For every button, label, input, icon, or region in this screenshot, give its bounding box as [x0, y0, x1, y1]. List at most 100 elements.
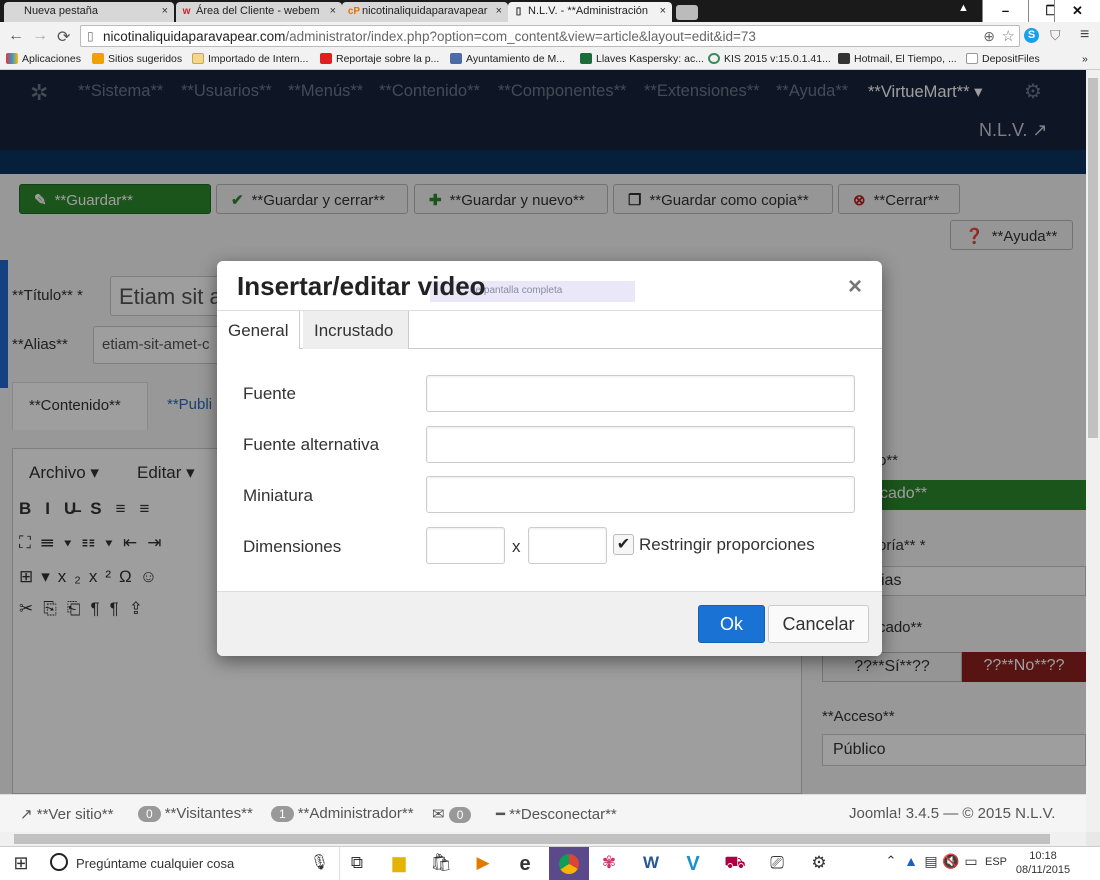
bookmark-item[interactable]: Sitios sugeridos: [92, 53, 182, 65]
close-tab-icon[interactable]: ×: [162, 5, 168, 17]
height-input[interactable]: [528, 527, 607, 564]
bookmark-item[interactable]: Reportaje sobre la p...: [320, 53, 439, 65]
menu-icon[interactable]: ≡: [1080, 26, 1089, 44]
bookmark-label: Hotmail, El Tiempo, ...: [854, 53, 957, 65]
bookmark-item[interactable]: Llaves Kaspersky: ac...: [580, 53, 704, 65]
browser-tab[interactable]: cP nicotinaliquidaparavapear ×: [342, 2, 508, 22]
kaspersky-icon: [580, 53, 592, 64]
visitors-badge: 0: [138, 806, 161, 822]
close-tab-icon[interactable]: ×: [496, 5, 502, 17]
back-icon[interactable]: ←: [8, 27, 24, 45]
settings-icon[interactable]: ⚙: [804, 853, 834, 873]
dialog-footer: Ok Cancelar: [217, 591, 882, 656]
store-icon[interactable]: 🛍: [426, 853, 456, 873]
ok-button[interactable]: Ok: [698, 605, 765, 643]
reload-icon[interactable]: ⟳: [57, 27, 70, 47]
forward-icon[interactable]: →: [32, 27, 48, 45]
admin-indicator[interactable]: 1 **Administrador**: [271, 805, 414, 822]
version-text: Joomla! 3.4.5 — © 2015 N.L.V.: [849, 805, 1056, 822]
skype-icon[interactable]: S: [1024, 28, 1039, 43]
close-tab-icon[interactable]: ×: [660, 5, 666, 17]
address-bar[interactable]: ▯ nicotinaliquidaparavapear.com/administ…: [80, 25, 1020, 47]
youtube-icon: [320, 53, 332, 64]
windows-start-icon[interactable]: ⊞: [6, 853, 36, 874]
close-icon[interactable]: ×: [848, 273, 862, 301]
network-app-icon[interactable]: ⎚: [762, 853, 792, 873]
messages-indicator[interactable]: ✉ 0: [432, 805, 475, 823]
language-indicator[interactable]: ESP: [985, 856, 1007, 868]
edge-icon[interactable]: e: [510, 853, 540, 876]
bookmark-label: Importado de Intern...: [208, 53, 309, 65]
tab-general[interactable]: General: [217, 311, 301, 349]
close-window-button[interactable]: ✕: [1054, 0, 1100, 22]
notifications-icon[interactable]: ▭: [956, 853, 986, 870]
task-view-icon[interactable]: ⧉: [342, 853, 372, 873]
scrollbar-thumb[interactable]: [14, 834, 1050, 844]
browser-tab-active[interactable]: ▯ N.L.V. - **Administración ×: [508, 2, 672, 22]
windows-taskbar: ⊞ Pregúntame cualquier cosa 🎙 ⧉ ▆ 🛍 ▶ e …: [0, 846, 1100, 880]
dimensions-label: Dimensiones: [243, 537, 342, 556]
url-host: nicotinaliquidaparavapear.com: [103, 29, 286, 44]
width-input[interactable]: [426, 527, 505, 564]
tab-label: nicotinaliquidaparavapear: [362, 5, 488, 17]
vertical-scrollbar[interactable]: [1086, 70, 1100, 832]
word-icon[interactable]: W: [636, 853, 666, 873]
tab-embedded[interactable]: Incrustado: [303, 311, 409, 349]
scrollbar-thumb[interactable]: [1088, 78, 1098, 438]
tab-label: Área del Cliente - webem: [196, 5, 320, 17]
source-input[interactable]: [426, 375, 855, 412]
cortana-search[interactable]: Pregúntame cualquier cosa 🎙: [44, 847, 340, 880]
vapp-icon[interactable]: V: [678, 853, 708, 876]
zoom-icon[interactable]: ⊕: [983, 28, 995, 45]
app-icon[interactable]: ⛟: [720, 853, 750, 875]
bookmark-label: KIS 2015 v:15.0.1.41...: [724, 53, 831, 65]
minimize-button[interactable]: –: [982, 0, 1028, 22]
bookmark-item[interactable]: Hotmail, El Tiempo, ...: [838, 53, 957, 65]
constrain-checkbox[interactable]: ✔: [613, 534, 634, 555]
alt-source-input[interactable]: [426, 426, 855, 463]
view-site-link[interactable]: ↗ **Ver sitio**: [20, 805, 113, 823]
media-player-icon[interactable]: ▶: [468, 853, 498, 873]
extension-icon[interactable]: ⛉: [1050, 27, 1061, 44]
page-info-icon[interactable]: ▯: [87, 29, 94, 43]
horizontal-scrollbar[interactable]: [0, 832, 1086, 846]
visitors-indicator[interactable]: 0 **Visitantes**: [138, 805, 253, 822]
browser-tab[interactable]: w Área del Cliente - webem ×: [176, 2, 342, 22]
cancel-button[interactable]: Cancelar: [768, 605, 869, 643]
webempresa-favicon-icon: w: [182, 6, 191, 17]
town-hall-icon: [450, 53, 462, 64]
thumbnail-label: Miniatura: [243, 486, 313, 505]
view-site-label: **Ver sitio**: [36, 806, 114, 823]
dimension-separator: x: [512, 537, 521, 556]
new-tab-button[interactable]: [676, 5, 698, 20]
close-tab-icon[interactable]: ×: [330, 5, 336, 17]
microphone-icon[interactable]: 🎙: [310, 853, 329, 871]
mail-icon: ✉: [432, 806, 445, 823]
browser-toolbar: ← → ⟳ ▯ nicotinaliquidaparavapear.com/ad…: [0, 22, 1100, 50]
user-icon[interactable]: ▲: [958, 2, 969, 14]
admin-label: **Administrador**: [297, 805, 414, 822]
bookmark-item[interactable]: Ayuntamiento de M...: [450, 53, 565, 65]
more-bookmarks-icon[interactable]: »: [1082, 53, 1088, 65]
file-explorer-icon[interactable]: ▆: [384, 853, 414, 873]
clock[interactable]: 10:18 08/11/2015: [1014, 849, 1072, 879]
bookmark-label: Llaves Kaspersky: ac...: [596, 53, 704, 65]
bookmark-apps[interactable]: Aplicaciones: [6, 53, 81, 65]
paint-icon[interactable]: ✾: [594, 853, 624, 873]
bookmarks-bar: Aplicaciones Sitios sugeridos Importado …: [0, 50, 1100, 70]
joomla-status-bar: ↗ **Ver sitio** 0 **Visitantes** 1 **Admin…: [0, 794, 1086, 832]
constrain-label: Restringir proporciones: [639, 535, 815, 554]
bookmark-item[interactable]: DepositFiles: [966, 53, 1040, 65]
bookmark-star-icon[interactable]: ☆: [1002, 27, 1015, 45]
bookmark-label: Ayuntamiento de M...: [466, 53, 566, 65]
bookmark-item[interactable]: Importado de Intern...: [192, 53, 308, 65]
thumbnail-input[interactable]: [426, 476, 855, 513]
browser-tab[interactable]: Nueva pestaña ×: [4, 2, 174, 22]
bookmark-item[interactable]: KIS 2015 v:15.0.1.41...: [708, 53, 831, 65]
cpanel-favicon-icon: cP: [347, 6, 361, 17]
browser-tab-strip: Nueva pestaña × w Área del Cliente - web…: [0, 0, 1100, 22]
msn-icon: [838, 53, 850, 64]
insert-video-dialog: de pantalla completa Insertar/editar vid…: [217, 261, 882, 656]
logout-link[interactable]: ━ **Desconectar**: [496, 805, 617, 823]
chrome-taskbar-button[interactable]: [549, 847, 589, 880]
